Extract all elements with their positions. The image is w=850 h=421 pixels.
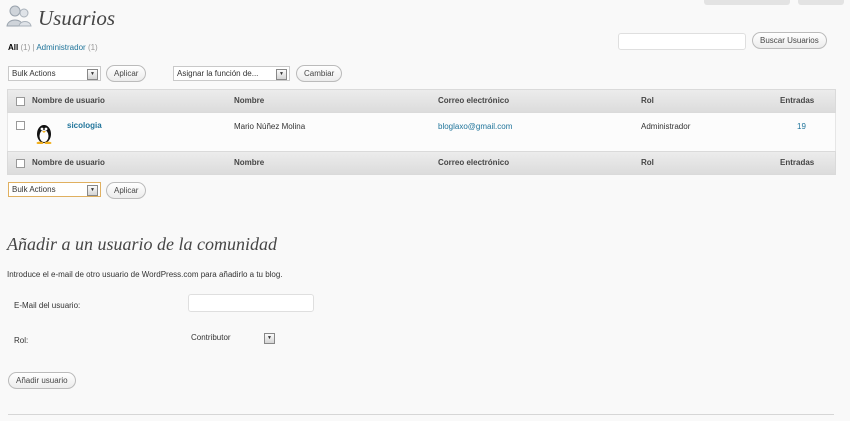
email-field-label: E-Mail del usuario: (14, 301, 81, 310)
change-role-value: Asignar la función de... (177, 69, 259, 78)
user-email-input[interactable] (188, 294, 314, 312)
user-full-name: Mario Núñez Molina (234, 122, 306, 131)
page-title: Usuarios (38, 6, 116, 30)
select-all-checkbox-footer[interactable] (16, 159, 25, 168)
dropdown-arrow-icon: ▼ (276, 69, 287, 80)
column-header-role: Rol (641, 96, 654, 105)
table-header-row: Nombre de usuario Nombre Correo electrón… (7, 89, 836, 113)
user-role: Administrador (641, 122, 691, 131)
bulk-actions-value: Bulk Actions (12, 69, 56, 78)
footer-divider (8, 414, 834, 415)
search-users-input[interactable] (618, 33, 746, 50)
cropped-toolbar-button (798, 0, 844, 5)
table-footer-row: Nombre de usuario Nombre Correo electrón… (7, 151, 836, 175)
add-user-description: Introduce el e-mail de otro usuario de W… (7, 270, 283, 279)
column-header-posts[interactable]: Entradas (780, 96, 814, 105)
username-link[interactable]: sicologia (67, 121, 102, 130)
column-footer-name[interactable]: Nombre (234, 158, 264, 167)
filter-admin-count: (1) (87, 43, 98, 52)
change-role-button[interactable]: Cambiar (296, 65, 343, 82)
cropped-toolbar-button (704, 0, 790, 5)
dropdown-arrow-icon: ▼ (87, 185, 98, 196)
table-row: sicologia Mario Núñez Molina bloglaxo@gm… (7, 113, 836, 151)
add-user-heading: Añadir a un usuario de la comunidad (7, 234, 277, 254)
bulk-actions-select-top[interactable]: Bulk Actions ▼ (8, 66, 101, 81)
search-users-button[interactable]: Buscar Usuarios (752, 32, 827, 49)
column-footer-email[interactable]: Correo electrónico (438, 158, 509, 167)
users-table: Nombre de usuario Nombre Correo electrón… (7, 89, 836, 175)
apply-button-bottom[interactable]: Aplicar (106, 182, 147, 199)
role-filter-links: All (1) | Administrador (1) (8, 43, 98, 52)
role-select-value: Contributor (191, 333, 231, 342)
select-all-checkbox[interactable] (16, 97, 25, 106)
filter-separator: | (32, 43, 35, 52)
add-user-button[interactable]: Añadir usuario (8, 372, 76, 389)
role-select[interactable]: Contributor ▼ (188, 331, 275, 344)
column-footer-role: Rol (641, 158, 654, 167)
user-posts-count-link[interactable]: 19 (797, 122, 806, 131)
column-footer-username[interactable]: Nombre de usuario (32, 158, 105, 167)
apply-button-top[interactable]: Aplicar (106, 65, 147, 82)
column-header-email[interactable]: Correo electrónico (438, 96, 509, 105)
column-header-name[interactable]: Nombre (234, 96, 264, 105)
filter-all-link[interactable]: All (8, 43, 18, 52)
bulk-actions-value: Bulk Actions (12, 185, 56, 194)
filter-admin-link[interactable]: Administrador (36, 43, 85, 52)
dropdown-arrow-icon: ▼ (87, 69, 98, 80)
bulk-actions-select-bottom[interactable]: Bulk Actions ▼ (8, 182, 101, 197)
filter-all-count: (1) (20, 43, 31, 52)
column-header-username[interactable]: Nombre de usuario (32, 96, 105, 105)
row-checkbox[interactable] (16, 121, 25, 130)
column-footer-posts[interactable]: Entradas (780, 158, 814, 167)
dropdown-arrow-icon: ▼ (264, 333, 275, 344)
user-avatar (36, 125, 52, 144)
role-field-label: Rol: (14, 336, 29, 345)
users-icon (6, 5, 32, 27)
change-role-select[interactable]: Asignar la función de... ▼ (173, 66, 290, 81)
user-email-link[interactable]: bloglaxo@gmail.com (438, 122, 512, 131)
